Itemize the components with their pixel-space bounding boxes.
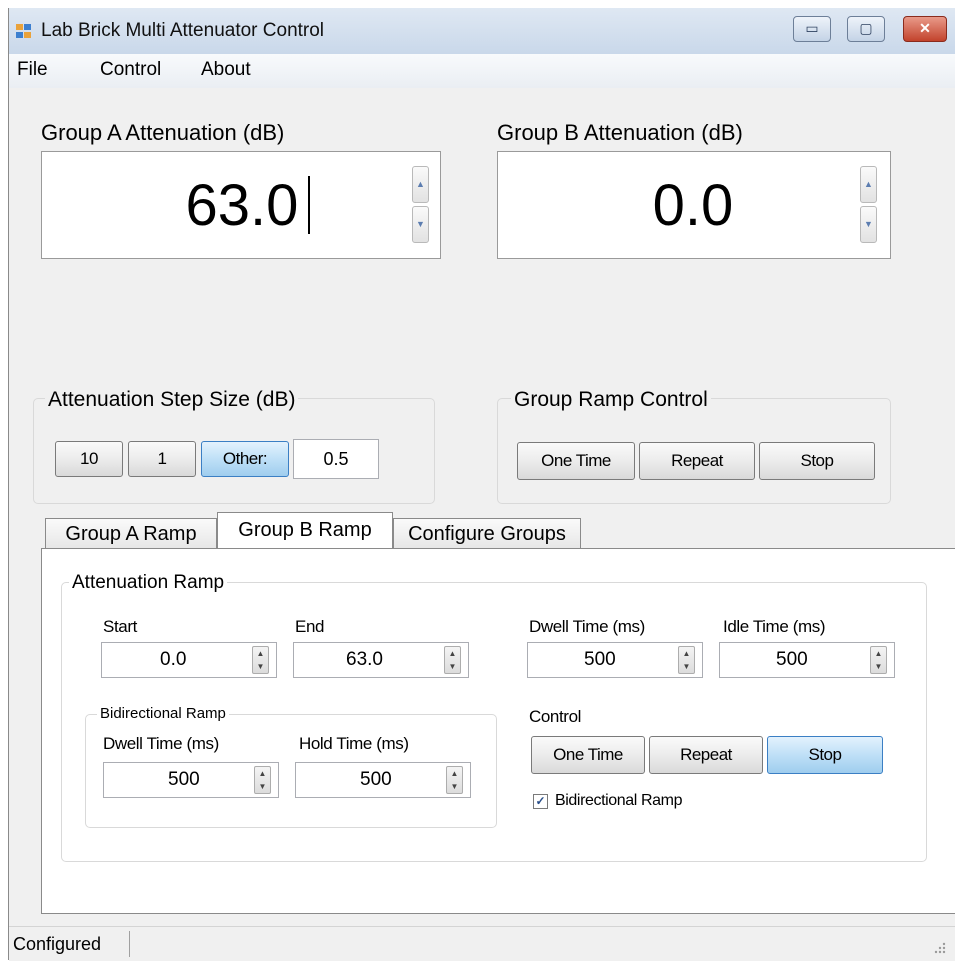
- step-1-button[interactable]: 1: [128, 441, 196, 477]
- group-a-attenuation-spinbox[interactable]: 63.0 ▲ ▼: [41, 151, 441, 259]
- end-label: End: [295, 617, 325, 636]
- step-other-button[interactable]: Other:: [201, 441, 289, 477]
- group-b-attenuation-label: Group B Attenuation (dB): [497, 120, 743, 145]
- menu-bar: File Control About: [9, 54, 955, 88]
- group-a-down-arrow-icon[interactable]: ▼: [412, 206, 429, 243]
- status-divider: [129, 931, 130, 957]
- app-icon: [16, 24, 31, 38]
- dwell-time-label: Dwell Time (ms): [529, 617, 645, 636]
- idle-time-label: Idle Time (ms): [723, 617, 826, 636]
- group-b-attenuation-value: 0.0: [652, 173, 734, 238]
- end-value: 63.0: [346, 649, 383, 670]
- bidir-dwell-time-spinner-icon[interactable]: ▲ ▼: [254, 766, 271, 794]
- step-10-button[interactable]: 10: [55, 441, 123, 477]
- menu-control[interactable]: Control: [100, 59, 161, 81]
- bidir-dwell-time-numeric-input[interactable]: 500 ▲ ▼: [103, 762, 279, 798]
- group-a-attenuation-value: 63.0: [185, 173, 299, 238]
- attenuation-ramp-title: Attenuation Ramp: [69, 572, 228, 594]
- tab-group-b-ramp[interactable]: Group B Ramp: [217, 512, 393, 550]
- status-bar: Configured: [9, 926, 955, 961]
- bidirectional-ramp-checkbox-label[interactable]: Bidirectional Ramp: [555, 792, 682, 810]
- bidirectional-ramp-title: Bidirectional Ramp: [97, 705, 229, 722]
- main-window: Lab Brick Multi Attenuator Control ▭ ▢ ✕…: [8, 8, 955, 961]
- bidir-dwell-time-label: Dwell Time (ms): [103, 734, 219, 753]
- start-numeric-input[interactable]: 0.0 ▲ ▼: [101, 642, 277, 678]
- step-other-input[interactable]: 0.5: [293, 439, 379, 479]
- status-text: Configured: [13, 934, 102, 954]
- menu-file[interactable]: File: [17, 59, 48, 81]
- window-title: Lab Brick Multi Attenuator Control: [41, 20, 325, 41]
- minimize-button[interactable]: ▭: [793, 16, 831, 42]
- start-spinner-icon[interactable]: ▲ ▼: [252, 646, 269, 674]
- control-stop-button[interactable]: Stop: [767, 736, 883, 774]
- hold-time-spinner-icon[interactable]: ▲ ▼: [446, 766, 463, 794]
- menu-about[interactable]: About: [201, 59, 251, 81]
- dwell-time-value: 500: [584, 649, 616, 670]
- tab-group-a-ramp[interactable]: Group A Ramp: [45, 518, 217, 549]
- dwell-time-numeric-input[interactable]: 500 ▲ ▼: [527, 642, 703, 678]
- control-one-time-button[interactable]: One Time: [531, 736, 645, 774]
- title-bar[interactable]: Lab Brick Multi Attenuator Control ▭ ▢ ✕: [9, 8, 955, 54]
- idle-time-value: 500: [776, 649, 808, 670]
- start-value: 0.0: [160, 649, 187, 670]
- group-ramp-stop-button[interactable]: Stop: [759, 442, 875, 480]
- hold-time-value: 500: [360, 769, 392, 790]
- bidir-dwell-time-value: 500: [168, 769, 200, 790]
- step-size-title: Attenuation Step Size (dB): [45, 388, 299, 412]
- control-label: Control: [529, 707, 582, 726]
- group-ramp-one-time-button[interactable]: One Time: [517, 442, 635, 480]
- control-repeat-button[interactable]: Repeat: [649, 736, 763, 774]
- text-cursor: [308, 176, 310, 234]
- close-button[interactable]: ✕: [903, 16, 947, 42]
- group-ramp-repeat-button[interactable]: Repeat: [639, 442, 755, 480]
- start-label: Start: [103, 617, 137, 636]
- group-b-down-arrow-icon[interactable]: ▼: [860, 206, 877, 243]
- group-a-attenuation-label: Group A Attenuation (dB): [41, 120, 285, 145]
- dwell-time-spinner-icon[interactable]: ▲ ▼: [678, 646, 695, 674]
- idle-time-spinner-icon[interactable]: ▲ ▼: [870, 646, 887, 674]
- group-b-up-arrow-icon[interactable]: ▲: [860, 166, 877, 203]
- group-b-attenuation-spinbox[interactable]: 0.0 ▲ ▼: [497, 151, 891, 259]
- end-numeric-input[interactable]: 63.0 ▲ ▼: [293, 642, 469, 678]
- hold-time-label: Hold Time (ms): [299, 734, 409, 753]
- group-ramp-control-title: Group Ramp Control: [511, 388, 711, 412]
- group-a-up-arrow-icon[interactable]: ▲: [412, 166, 429, 203]
- maximize-button[interactable]: ▢: [847, 16, 885, 42]
- bidirectional-ramp-checkbox[interactable]: ✓: [533, 794, 548, 809]
- idle-time-numeric-input[interactable]: 500 ▲ ▼: [719, 642, 895, 678]
- resize-grip-icon[interactable]: [931, 941, 947, 957]
- tab-configure-groups[interactable]: Configure Groups: [393, 518, 581, 549]
- hold-time-numeric-input[interactable]: 500 ▲ ▼: [295, 762, 471, 798]
- end-spinner-icon[interactable]: ▲ ▼: [444, 646, 461, 674]
